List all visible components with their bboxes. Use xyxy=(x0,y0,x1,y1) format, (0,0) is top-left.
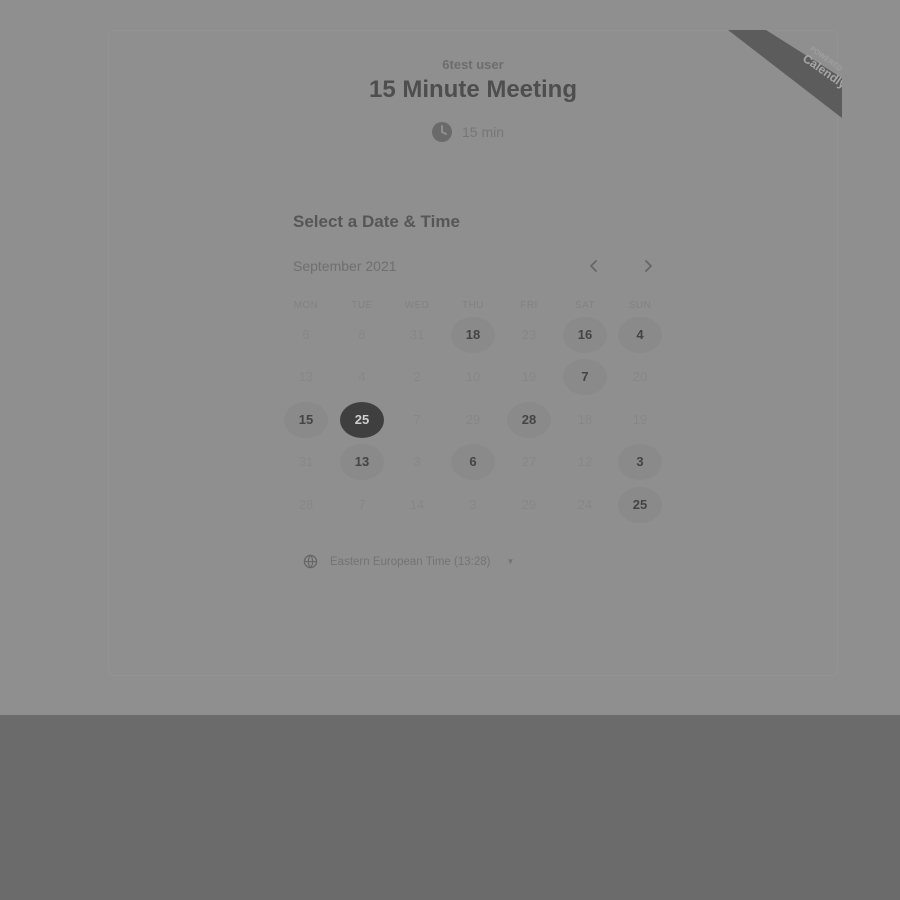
calendar-day-disabled: 18 xyxy=(577,412,593,427)
event-owner: 6test user xyxy=(442,57,504,72)
calendar-day-available[interactable]: 3 xyxy=(618,444,662,480)
event-title: 15 Minute Meeting xyxy=(368,76,578,103)
timezone-selector[interactable]: Eastern European Time (13:28) ▼ xyxy=(303,554,514,569)
select-date-heading: Select a Date & Time xyxy=(293,212,460,231)
calendar-day-disabled: 10 xyxy=(465,369,481,384)
calendar-day-selected[interactable]: 25 xyxy=(340,402,384,438)
calendar-day-disabled: 31 xyxy=(298,454,314,469)
calendar-day-available[interactable]: 18 xyxy=(451,317,495,353)
calendar-day-disabled: 13 xyxy=(298,369,314,384)
calendar-day-available[interactable]: 15 xyxy=(284,402,328,438)
calendar-day-disabled: 28 xyxy=(298,497,314,512)
duration-label: 15 min xyxy=(462,124,505,140)
calendar-day-disabled: 14 xyxy=(409,497,425,512)
calendar-day-available[interactable]: 28 xyxy=(507,402,551,438)
globe-icon xyxy=(303,554,318,569)
caret-down-icon: ▼ xyxy=(506,557,515,566)
calendar-day-available[interactable]: 16 xyxy=(563,317,607,353)
calendar-day-disabled: 29 xyxy=(465,412,481,427)
calendar-day-disabled: 23 xyxy=(521,327,537,342)
powered-by-ribbon[interactable]: POWERED BY Calendly xyxy=(728,30,842,118)
calendar-day-disabled: 4 xyxy=(358,369,366,384)
weekday-sun: SUN xyxy=(628,300,652,311)
chevron-right-icon xyxy=(645,260,652,272)
month-label: September 2021 xyxy=(293,258,397,274)
calendar-day-disabled: 7 xyxy=(358,497,366,512)
weekday-sat: SAT xyxy=(575,300,595,311)
calendar-day-disabled: 6 xyxy=(302,327,310,342)
previous-month-button[interactable] xyxy=(583,255,605,277)
calendar-day-disabled: 27 xyxy=(521,454,537,469)
calendar-day-disabled: 2 xyxy=(413,369,421,384)
calendar-day-disabled: 19 xyxy=(521,369,537,384)
calendar-day-available[interactable]: 25 xyxy=(618,487,662,523)
calendar-day-available[interactable]: 7 xyxy=(563,359,607,395)
calendar-day-disabled: 7 xyxy=(413,412,421,427)
calendar-day-available[interactable]: 6 xyxy=(451,444,495,480)
weekday-fri: FRI xyxy=(520,300,538,311)
event-duration: 15 min xyxy=(432,122,504,142)
chevron-left-icon xyxy=(590,260,597,272)
clock-icon xyxy=(432,122,452,142)
calendar-day-disabled: 3 xyxy=(469,497,477,512)
calendar-day-disabled: 29 xyxy=(521,497,537,512)
timezone-label: Eastern European Time (13:28) xyxy=(330,555,491,568)
calendar-day-disabled: 20 xyxy=(632,369,648,384)
calendar-day-disabled: 3 xyxy=(413,454,421,469)
calendar-day-available[interactable]: 4 xyxy=(618,317,662,353)
weekday-wed: WED xyxy=(404,300,430,311)
weekday-thu: THU xyxy=(462,300,484,311)
weekday-tue: TUE xyxy=(351,300,373,311)
weekday-mon: MON xyxy=(293,300,319,311)
calendar-day-disabled: 12 xyxy=(577,454,593,469)
calendar-day-available[interactable]: 13 xyxy=(340,444,384,480)
next-month-button[interactable] xyxy=(637,255,659,277)
calendar-day-disabled: 31 xyxy=(409,327,425,342)
booking-page: POWERED BY Calendly 6test user 15 Minute… xyxy=(0,0,900,715)
calendar-day-disabled: 8 xyxy=(358,327,366,342)
calendar-day-disabled: 24 xyxy=(577,497,593,512)
calendar-day-disabled: 19 xyxy=(632,412,648,427)
